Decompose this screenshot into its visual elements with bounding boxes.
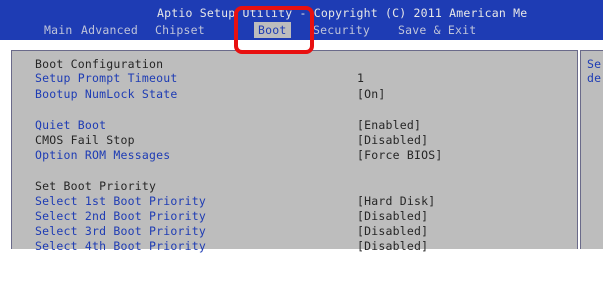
bootup-numlock-state-row[interactable]: Bootup NumLock State [On] bbox=[35, 87, 575, 102]
boot-priority-3-row[interactable]: Select 3rd Boot Priority [Disabled] bbox=[35, 224, 575, 239]
section-heading: Set Boot Priority bbox=[35, 179, 157, 193]
tab-security[interactable]: Security bbox=[313, 22, 370, 38]
boot-priority-4-row[interactable]: Select 4th Boot Priority [Disabled] bbox=[35, 239, 575, 254]
help-panel: Se de bbox=[580, 50, 603, 249]
setting-label[interactable]: Bootup NumLock State bbox=[35, 87, 177, 102]
setting-value[interactable]: [On] bbox=[357, 87, 386, 102]
boot-priority-2-row[interactable]: Select 2nd Boot Priority [Disabled] bbox=[35, 209, 575, 224]
highlight-annotation bbox=[234, 6, 314, 54]
settings-panel: Boot Configuration Setup Prompt Timeout … bbox=[11, 50, 578, 253]
quiet-boot-row[interactable]: Quiet Boot [Enabled] bbox=[35, 118, 575, 133]
tab-save-exit[interactable]: Save & Exit bbox=[398, 22, 476, 38]
setting-value[interactable]: [Force BIOS] bbox=[357, 148, 442, 163]
tab-chipset[interactable]: Chipset bbox=[155, 22, 205, 38]
setting-value[interactable]: [Hard Disk] bbox=[357, 194, 435, 209]
help-text: Se bbox=[587, 57, 602, 71]
setting-label[interactable]: Select 3rd Boot Priority bbox=[35, 224, 206, 239]
app-title: Aptio Setup Utility - Copyright (C) 2011… bbox=[157, 6, 528, 20]
boot-configuration-header: Boot Configuration bbox=[35, 57, 575, 72]
setting-label[interactable]: Quiet Boot bbox=[35, 118, 106, 133]
tab-main[interactable]: Main bbox=[44, 22, 73, 38]
setting-value[interactable]: [Enabled] bbox=[357, 118, 421, 133]
setting-label[interactable]: Option ROM Messages bbox=[35, 148, 170, 163]
setting-label[interactable]: CMOS Fail Stop bbox=[35, 133, 135, 148]
cmos-fail-stop-row[interactable]: CMOS Fail Stop [Disabled] bbox=[35, 133, 575, 148]
setting-value[interactable]: [Disabled] bbox=[357, 224, 428, 239]
setting-label[interactable]: Select 4th Boot Priority bbox=[35, 239, 206, 254]
setting-value[interactable]: [Disabled] bbox=[357, 239, 428, 254]
section-heading: Boot Configuration bbox=[35, 57, 164, 71]
setup-prompt-timeout-row[interactable]: Setup Prompt Timeout 1 bbox=[35, 71, 575, 86]
setting-label[interactable]: Select 1st Boot Priority bbox=[35, 194, 206, 209]
setting-label[interactable]: Setup Prompt Timeout bbox=[35, 71, 177, 86]
help-text: de bbox=[587, 71, 602, 85]
tab-advanced[interactable]: Advanced bbox=[81, 22, 138, 38]
setting-value[interactable]: [Disabled] bbox=[357, 209, 428, 224]
setting-value[interactable]: [Disabled] bbox=[357, 133, 428, 148]
set-boot-priority-header: Set Boot Priority bbox=[35, 179, 575, 194]
boot-priority-1-row[interactable]: Select 1st Boot Priority [Hard Disk] bbox=[35, 194, 575, 209]
setting-value[interactable]: 1 bbox=[357, 71, 364, 86]
setting-label[interactable]: Select 2nd Boot Priority bbox=[35, 209, 206, 224]
option-rom-messages-row[interactable]: Option ROM Messages [Force BIOS] bbox=[35, 148, 575, 163]
